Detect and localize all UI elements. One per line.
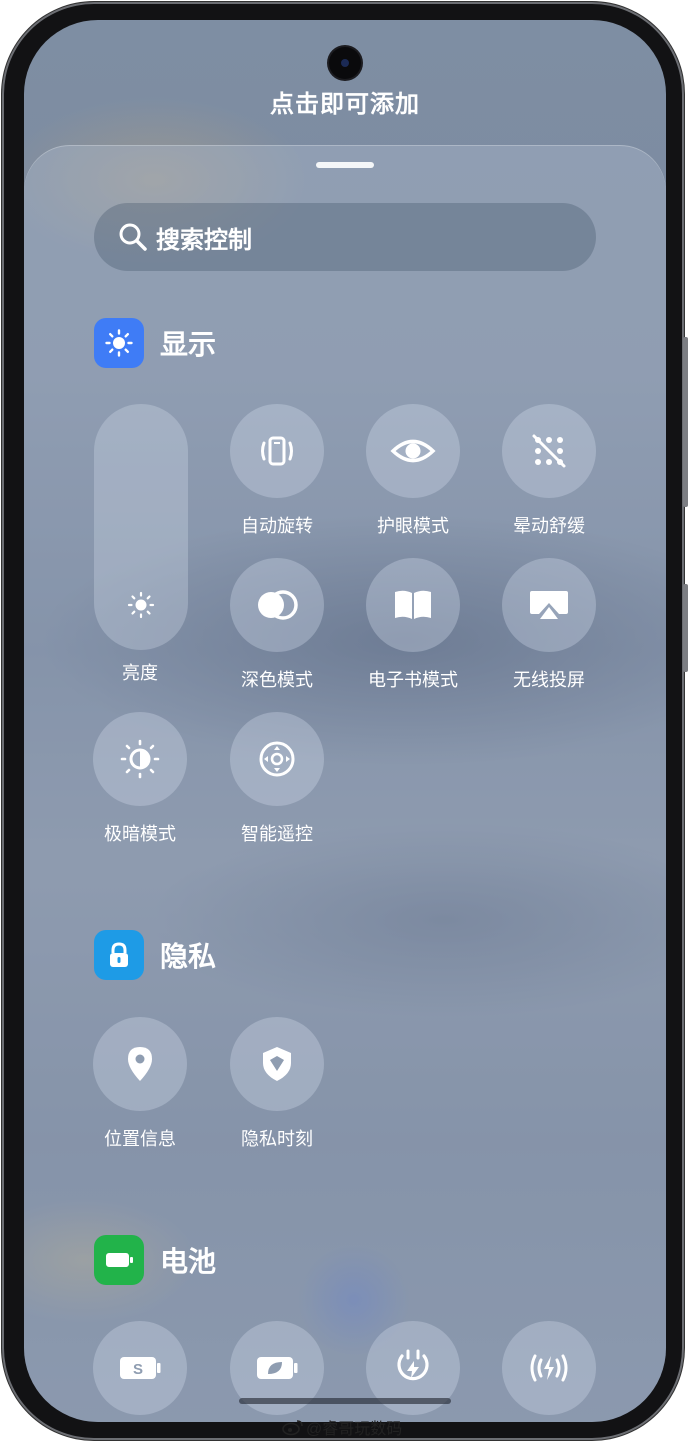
tile-label: 电子书模式 — [368, 670, 458, 690]
display-section-icon — [94, 318, 144, 368]
tile-dark-mode[interactable]: 深色模式 — [209, 558, 345, 692]
section-title-display: 显示 — [160, 329, 217, 360]
tile-label: 智能遥控 — [241, 824, 313, 844]
extra-dim-icon — [120, 739, 160, 779]
screen: 点击即可添加 搜索控制 显示 亮度 自动旋转 护眼模式 晕动舒缓 深色模式 电子… — [24, 20, 666, 1422]
tile-battery-saver[interactable]: S — [72, 1321, 208, 1415]
battery-icon — [106, 1253, 133, 1267]
tile-wireless-charge[interactable] — [481, 1321, 617, 1415]
ebook-mode-button[interactable] — [366, 558, 460, 652]
privacy-shield-icon — [263, 1047, 291, 1081]
extra-dim-button[interactable] — [93, 712, 187, 806]
front-camera — [329, 47, 361, 79]
search-controls-bar[interactable]: 搜索控制 — [94, 203, 596, 271]
home-indicator[interactable] — [239, 1398, 451, 1404]
tile-label: 极暗模式 — [104, 824, 176, 844]
screen-cast-icon — [530, 591, 568, 619]
tile-extra-dim[interactable]: 极暗模式 — [72, 712, 208, 846]
section-header-display: 显示 — [94, 318, 216, 368]
book-icon — [395, 590, 431, 619]
tile-label: 护眼模式 — [377, 516, 449, 536]
tile-label: 深色模式 — [241, 670, 313, 690]
brightness-slider[interactable] — [94, 404, 188, 650]
dark-mode-button[interactable] — [230, 558, 324, 652]
location-pin-icon — [128, 1047, 152, 1081]
section-title-privacy: 隐私 — [160, 941, 217, 972]
watermark-text: @睿哥玩数码 — [306, 1421, 403, 1438]
battery-section-icon — [94, 1235, 144, 1285]
tile-motion-comfort[interactable]: 晕动舒缓 — [481, 404, 617, 538]
smart-remote-button[interactable] — [230, 712, 324, 806]
tile-eye-comfort[interactable]: 护眼模式 — [345, 404, 481, 538]
eye-icon — [390, 439, 436, 463]
watermark: @睿哥玩数码 — [282, 1415, 402, 1439]
tile-smart-remote[interactable]: 智能遥控 — [209, 712, 345, 846]
location-button[interactable] — [93, 1017, 187, 1111]
screen-cast-button[interactable] — [502, 558, 596, 652]
tile-label: 隐私时刻 — [241, 1129, 313, 1149]
tile-screen-cast[interactable]: 无线投屏 — [481, 558, 617, 692]
section-title-battery: 电池 — [160, 1246, 217, 1277]
sheet-drag-handle[interactable] — [316, 162, 374, 168]
weibo-icon — [282, 1420, 303, 1436]
tile-label: 晕动舒缓 — [513, 516, 585, 536]
add-hint-text: 点击即可添加 — [270, 91, 420, 118]
battery-saver-icon: S — [120, 1357, 161, 1379]
battery-saver-button[interactable]: S — [93, 1321, 187, 1415]
tile-label: 自动旋转 — [241, 516, 313, 536]
wireless-charge-icon — [530, 1354, 568, 1382]
motion-comfort-icon — [532, 434, 566, 468]
eco-battery-icon — [257, 1357, 298, 1379]
auto-rotate-icon — [261, 436, 293, 466]
tile-auto-rotate[interactable]: 自动旋转 — [209, 404, 345, 538]
tile-label: 无线投屏 — [513, 670, 585, 690]
eye-comfort-button[interactable] — [366, 404, 460, 498]
remote-control-icon — [259, 741, 295, 777]
charging-plug-icon — [397, 1349, 429, 1381]
brightness-label: 亮度 — [122, 663, 158, 683]
section-header-privacy: 隐私 — [94, 930, 216, 980]
power-button — [683, 584, 688, 672]
svg-text:S: S — [133, 1361, 143, 1378]
tile-privacy-moment[interactable]: 隐私时刻 — [209, 1017, 345, 1151]
motion-comfort-button[interactable] — [502, 404, 596, 498]
search-icon — [119, 223, 147, 251]
lock-icon — [110, 942, 128, 967]
tile-location[interactable]: 位置信息 — [72, 1017, 208, 1151]
wireless-charge-button[interactable] — [502, 1321, 596, 1415]
auto-rotate-button[interactable] — [230, 404, 324, 498]
privacy-moment-button[interactable] — [230, 1017, 324, 1111]
dark-mode-icon — [258, 590, 298, 620]
search-label: 搜索控制 — [156, 226, 252, 254]
controls-sheet: 搜索控制 显示 亮度 自动旋转 护眼模式 晕动舒缓 深色模式 电子书模式 无线投… — [24, 145, 666, 1422]
volume-button — [683, 337, 688, 507]
sun-icon — [105, 329, 133, 357]
brightness-icon — [127, 591, 155, 619]
privacy-section-icon — [94, 930, 144, 980]
phone-frame: 点击即可添加 搜索控制 显示 亮度 自动旋转 护眼模式 晕动舒缓 深色模式 电子… — [2, 2, 688, 1440]
tile-label: 位置信息 — [104, 1129, 176, 1149]
section-header-battery: 电池 — [94, 1235, 216, 1285]
tile-ebook-mode[interactable]: 电子书模式 — [345, 558, 481, 692]
